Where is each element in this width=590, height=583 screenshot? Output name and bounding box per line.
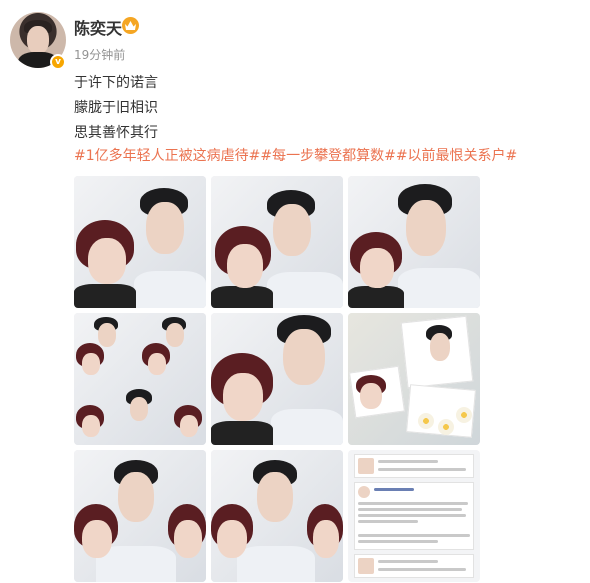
photo-7[interactable] <box>74 450 206 582</box>
photo-grid <box>74 176 480 582</box>
post-text-line: 于许下的诺言 <box>74 75 158 91</box>
photo-5[interactable] <box>211 313 343 445</box>
photo-2[interactable] <box>211 176 343 308</box>
avatar-face <box>27 26 49 54</box>
photo-4[interactable] <box>74 313 206 445</box>
post-text-line: 朦胧于旧相识 <box>74 100 158 116</box>
photo-3[interactable] <box>348 176 480 308</box>
hashtags-link[interactable]: #1亿多年轻人正被这病虐待##每一步攀登都算数##以前最恨关系户# <box>74 146 517 166</box>
post-timestamp[interactable]: 19分钟前 <box>74 46 125 63</box>
photo-8[interactable] <box>211 450 343 582</box>
photo-9[interactable] <box>348 450 480 582</box>
photo-1[interactable] <box>74 176 206 308</box>
photo-6[interactable] <box>348 313 480 445</box>
verified-badge-icon: v <box>50 54 66 70</box>
username[interactable]: 陈奕天 <box>74 15 122 39</box>
crown-icon[interactable] <box>122 17 139 34</box>
post-text-line: 思其善怀其行 <box>74 125 158 141</box>
